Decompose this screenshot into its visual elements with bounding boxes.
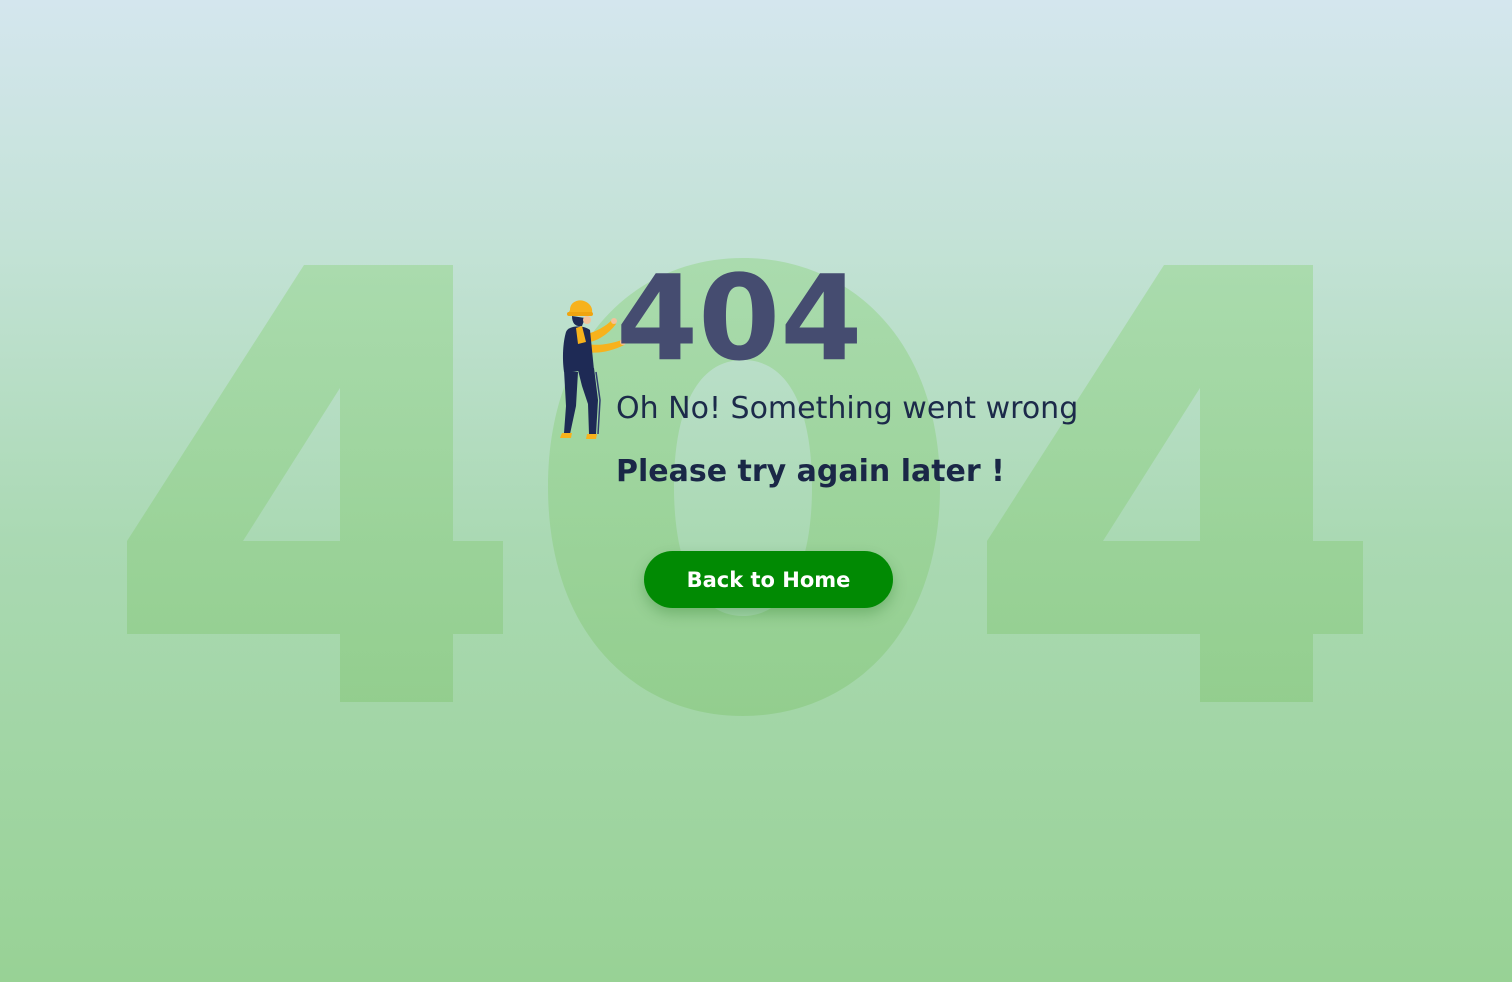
error-title: Oh No! Something went wrong xyxy=(616,391,1079,426)
error-message: Please try again later ! xyxy=(616,454,1005,489)
back-to-home-button[interactable]: Back to Home xyxy=(644,551,893,608)
error-code: 404 xyxy=(616,249,863,387)
watermark-digit-4-left xyxy=(127,265,503,702)
watermark-digit-4-right xyxy=(987,265,1363,702)
